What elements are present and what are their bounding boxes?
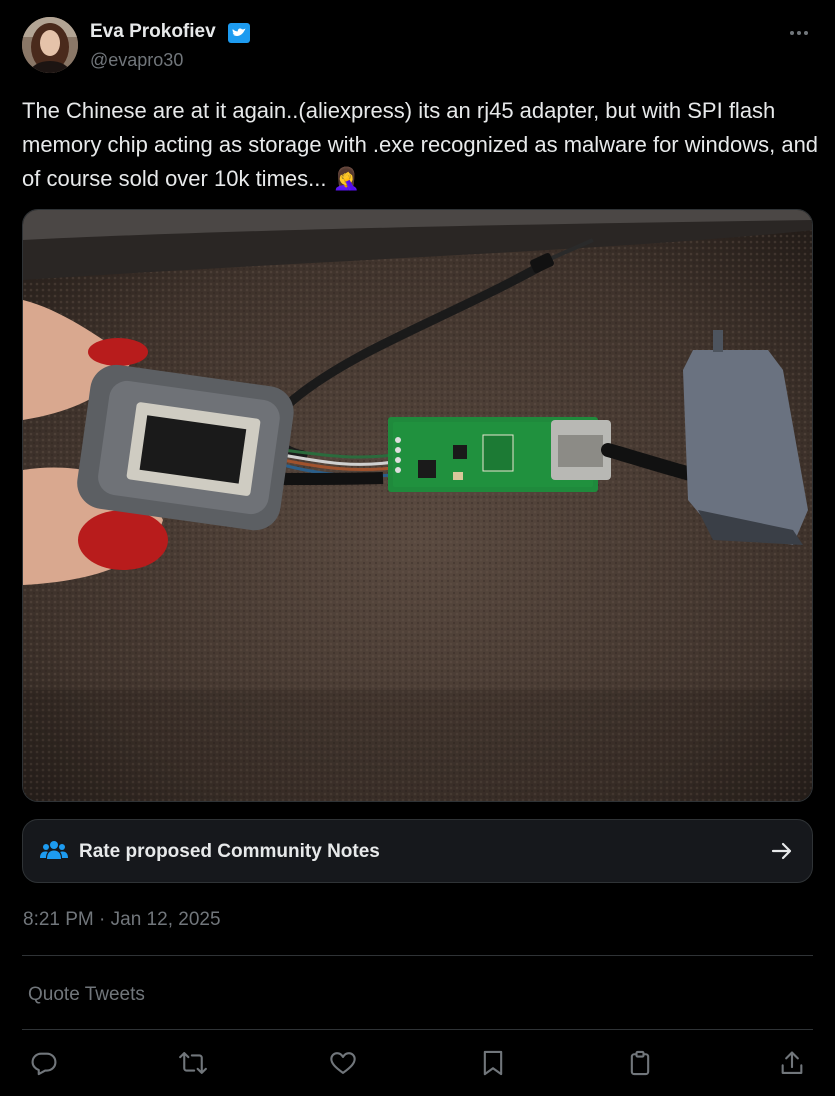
clipboard-icon[interactable]: [626, 1049, 654, 1077]
divider: [22, 1029, 813, 1030]
tweet-photo[interactable]: [22, 209, 813, 802]
action-bar: [0, 1045, 835, 1081]
tweet-header: Eva Prokofiev @evapro30: [22, 17, 813, 75]
share-icon[interactable]: [778, 1049, 806, 1077]
retweet-icon[interactable]: [179, 1049, 207, 1077]
arrow-right-icon: [770, 839, 794, 863]
more-options-icon[interactable]: [787, 21, 811, 45]
community-notes-button[interactable]: Rate proposed Community Notes: [22, 819, 813, 883]
bookmark-icon[interactable]: [479, 1049, 507, 1077]
heart-icon[interactable]: [329, 1049, 357, 1077]
usb-rj45-adapter-photo: [23, 210, 812, 801]
reply-icon[interactable]: [30, 1049, 58, 1077]
community-notes-label: Rate proposed Community Notes: [79, 841, 380, 862]
tweet-text: The Chinese are at it again..(aliexpress…: [22, 98, 819, 191]
verified-badge-icon: [227, 21, 251, 45]
tweet-timestamp[interactable]: 8:21 PM · Jan 12, 2025: [23, 909, 221, 931]
author-handle[interactable]: @evapro30: [90, 50, 183, 71]
author-name[interactable]: Eva Prokofiev: [90, 21, 216, 43]
people-icon: [40, 839, 68, 863]
quote-tweets-link[interactable]: Quote Tweets: [28, 984, 145, 1006]
divider: [22, 955, 813, 956]
avatar[interactable]: [22, 17, 78, 73]
